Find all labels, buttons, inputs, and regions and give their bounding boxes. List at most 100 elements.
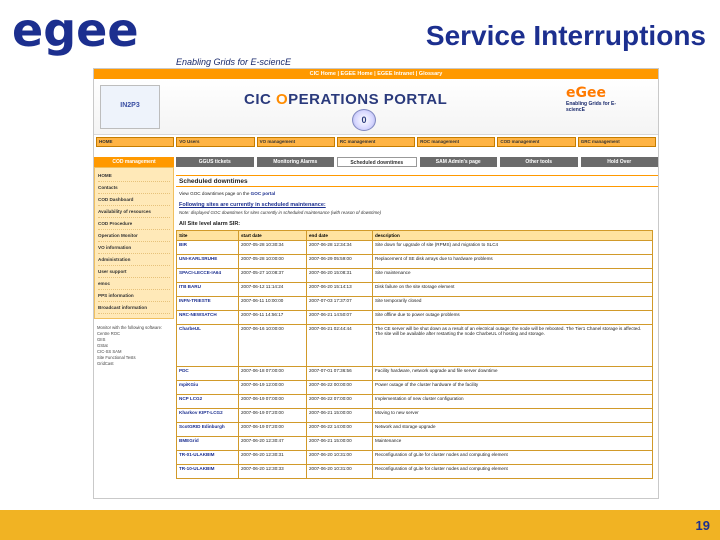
table-row: BMEGrid 2007-06-20 12:30:47 2007-06-21 15:… [176,436,653,451]
tab-sam-admin[interactable]: SAM Admin's page [419,157,497,167]
cell-description: Disk failure on the site storage element [372,282,653,297]
portal-title-rest: PERATIONS PORTAL [288,91,448,108]
following-sites-link[interactable]: Following sites are currently in schedul… [176,202,658,208]
cell-site[interactable]: TR-01-ULAKBIM [176,450,239,465]
cell-site[interactable]: UNI-KARLSRUHE [176,254,239,269]
cell-site[interactable]: TR-10-ULAKBIM [176,464,239,479]
sidebar-small-links: Monitor with the following software: Cen… [94,325,174,367]
cell-site[interactable]: mpiKGiu [176,380,239,395]
cell-end-date: 2007-07-01 07:36:56 [306,366,373,381]
cell-start-date: 2007-06-12 11:14:24 [238,282,307,297]
goc-portal-link[interactable]: GOC portal [251,191,276,196]
sidebar-item-operation-monitor[interactable]: Operation Monitor [98,230,170,242]
cell-description: Reconfiguration of gLite for cluster nod… [372,464,653,479]
cell-end-date: 2007-06-20 10:31:00 [306,464,373,479]
nav-vo-management[interactable]: VO management [256,137,335,147]
sidebar-item-availability[interactable]: Availability of resources [98,206,170,218]
cell-description: Site offline due to power outage problem… [372,310,653,325]
sidebar-item-broadcast[interactable]: Broadcast information [98,302,170,314]
cell-description: Site maintenance [372,268,653,283]
sidebar-head: COD management [94,157,174,167]
col-start-date[interactable]: start date [238,230,307,241]
cell-description: The CE server will be shut down as a res… [372,324,653,367]
table-row: ITB BARU 2007-06-12 11:14:24 2007-06-20 15… [176,282,653,297]
banner-egee-sub: Enabling Grids for E-sciencE [566,101,617,113]
cell-site[interactable]: Kharkov KIPT-LCG2 [176,408,239,423]
section-title: Scheduled downtimes [176,175,658,187]
cell-site[interactable]: BIR [176,240,239,255]
cell-start-date: 2007-06-16 10:00:00 [238,324,307,367]
cell-site[interactable]: BMEGrid [176,436,239,451]
cell-site[interactable]: ScotGRID Edinburgh [176,422,239,437]
cell-description: Facility hardware, network upgrade and f… [372,366,653,381]
portal-top-links[interactable]: CIC Home | EGEE Home | EGEE Intranet | G… [94,69,658,79]
sidebar-menu: HOME Contacts COD Dashboard Availability… [94,167,174,319]
nav-home[interactable]: HOME [96,137,175,147]
cell-site[interactable]: SPACI-LECCE-IA64 [176,268,239,283]
col-end-date[interactable]: end date [306,230,373,241]
sidebar-item-pps-information[interactable]: PPS information [98,290,170,302]
sidebar-item-administration[interactable]: Administration [98,254,170,266]
egee-logo: egee [12,6,139,56]
table-row: NRC-NEWSATCH 2007-06-11 14:56:17 2007-06-2… [176,310,653,325]
cell-end-date: 2007-07-03 17:37:07 [306,296,373,311]
cell-description: Power outage of the cluster hardware of … [372,380,653,395]
cell-start-date: 2007-06-19 07:20:00 [238,422,307,437]
sidebar-small-link[interactable]: GridCast [97,361,171,367]
portal-title: CIC OPERATIONS PORTAL [244,91,447,108]
nav-rc-management[interactable]: RC management [336,137,416,147]
tab-hold-over[interactable]: Hold Over [580,157,658,167]
cell-start-date: 2007-06-20 12:30:33 [238,464,307,479]
table-row: TR-01-ULAKBIM 2007-06-20 12:30:31 2007-06-… [176,450,653,465]
cell-end-date: 2007-06-20 15:08:31 [306,268,373,283]
cell-end-date: 2007-06-21 15:00:00 [306,436,373,451]
slide-title: Service Interruptions [425,20,706,51]
col-site[interactable]: Site [176,230,239,241]
note-text: Note: displayed GOC downtimes for sites … [179,210,382,215]
cell-start-date: 2007-05-27 10:08:37 [238,268,307,283]
table-row: Kharkov KIPT-LCG2 2007-06-19 07:20:00 2007… [176,408,653,423]
sidebar-item-home[interactable]: HOME [98,170,170,182]
sidebar-item-cod-procedure[interactable]: COD Procedure [98,218,170,230]
nav-cod-management[interactable]: COD management [497,137,576,147]
portal-title-o: O [276,91,289,108]
cell-end-date: 2007-06-21 02:44:44 [306,324,373,367]
portal-title-prefix: CIC [244,91,276,108]
table-row: mpiKGiu 2007-06-19 12:00:00 2007-06-22 00:… [176,380,653,395]
table-row: UNI-KARLSRUHE 2007-05-28 10:00:00 2007-06-… [176,254,653,269]
cell-site[interactable]: PDC [176,366,239,381]
tab-monitoring-alarms[interactable]: Monitoring Alarms [256,157,334,167]
cell-description: Replacement of SE disk arrays due to har… [372,254,653,269]
portal-sidebar: COD management HOME Contacts COD Dashboa… [94,157,174,367]
nav-vo-users[interactable]: VO Users [176,137,255,147]
banner-egee-mark: eGee [566,85,606,101]
cell-description: Implementation of new cluster configurat… [372,394,653,409]
tab-scheduled-downtimes[interactable]: Scheduled downtimes [337,157,417,167]
tab-ggus-tickets[interactable]: GGUS tickets [176,157,254,167]
nav-roc-management[interactable]: ROC management [417,137,496,147]
sidebar-item-contacts[interactable]: Contacts [98,182,170,194]
cell-start-date: 2007-06-20 12:30:47 [238,436,307,451]
sidebar-item-emoc[interactable]: emoc [98,278,170,290]
downtimes-table: Site start date end date description BIR… [176,230,653,479]
cell-end-date: 2007-06-22 00:00:00 [306,380,373,395]
sidebar-item-cod-dashboard[interactable]: COD Dashboard [98,194,170,206]
cell-end-date: 2007-06-29 05:59:00 [306,254,373,269]
cell-start-date: 2007-06-20 12:30:31 [238,450,307,465]
cell-start-date: 2007-06-18 07:00:00 [238,366,307,381]
cell-site[interactable]: CharbeUL [176,324,239,367]
cell-site[interactable]: NRC-NEWSATCH [176,310,239,325]
col-description[interactable]: description [372,230,653,241]
sidebar-item-user-support[interactable]: User support [98,266,170,278]
cell-description: Site down for upgrade of site (RPMS) and… [372,240,653,255]
nav-grc-management[interactable]: GRC management [577,137,656,147]
cell-site[interactable]: ITB BARU [176,282,239,297]
cell-site[interactable]: NCP LCG2 [176,394,239,409]
table-row: ScotGRID Edinburgh 2007-06-19 07:20:00 200… [176,422,653,437]
cell-end-date: 2007-06-22 14:00:00 [306,422,373,437]
table-header-row: Site start date end date description [176,230,653,241]
cell-site[interactable]: INFN-TRIESTE [176,296,239,311]
tab-other-tools[interactable]: Other tools [500,157,578,167]
sidebar-item-vo-information[interactable]: VO information [98,242,170,254]
in2p3-logo-text: IN2P3 [120,102,140,109]
